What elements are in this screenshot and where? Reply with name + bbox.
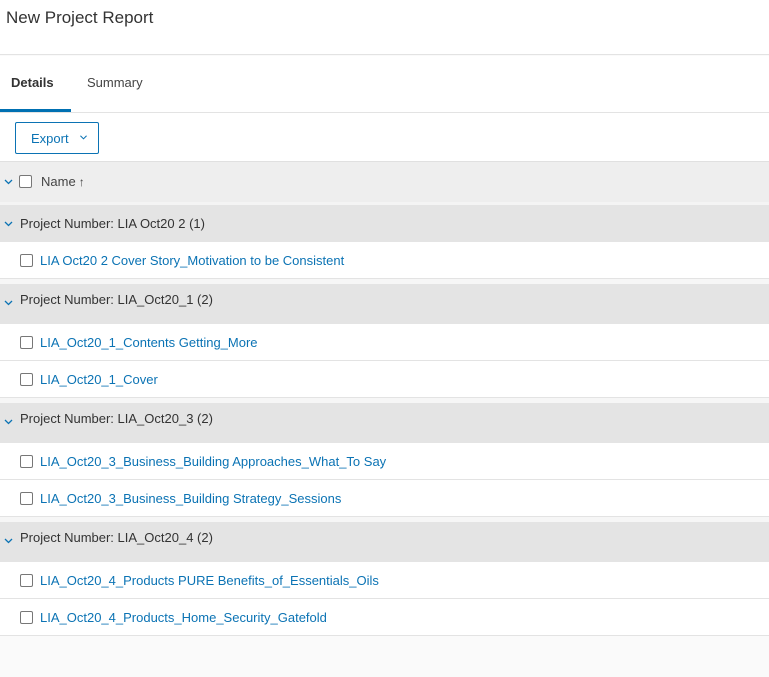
- table-row: LIA_Oct20_3_Business_Building Strategy_S…: [0, 480, 769, 517]
- chevron-down-icon[interactable]: [4, 219, 13, 228]
- item-link[interactable]: LIA Oct20 2 Cover Story_Motivation to be…: [40, 253, 344, 268]
- table-row: LIA_Oct20_1_Contents Getting_More: [0, 324, 769, 361]
- page-title: New Project Report: [6, 8, 154, 27]
- collapse-all-icon[interactable]: [4, 177, 13, 186]
- chevron-down-icon[interactable]: [4, 417, 13, 426]
- tab-details[interactable]: Details: [0, 56, 71, 112]
- group-label: Project Number: LIA Oct20 2 (1): [20, 216, 205, 231]
- item-link[interactable]: LIA_Oct20_4_Products PURE Benefits_of_Es…: [40, 573, 379, 588]
- page-header: New Project Report: [0, 0, 769, 55]
- chevron-down-icon: [80, 135, 87, 140]
- group-label: Project Number: LIA_Oct20_4 (2): [20, 530, 213, 545]
- row-checkbox[interactable]: [20, 611, 33, 624]
- report-page: New Project Report Details Summary Expor…: [0, 0, 769, 677]
- table-header-row: Name ↑: [0, 161, 769, 202]
- sort-ascending-icon: ↑: [78, 175, 85, 189]
- table-row: LIA_Oct20_4_Products_Home_Security_Gatef…: [0, 599, 769, 636]
- chevron-down-icon[interactable]: [4, 298, 13, 307]
- group-label: Project Number: LIA_Oct20_3 (2): [20, 411, 213, 426]
- group-label: Project Number: LIA_Oct20_1 (2): [20, 292, 213, 307]
- export-button[interactable]: Export: [15, 122, 99, 154]
- export-button-label: Export: [31, 130, 69, 146]
- table-row: LIA_Oct20_3_Business_Building Approaches…: [0, 443, 769, 480]
- row-checkbox[interactable]: [20, 254, 33, 267]
- item-link[interactable]: LIA_Oct20_3_Business_Building Approaches…: [40, 454, 386, 469]
- group-row: Project Number: LIA_Oct20_3 (2): [0, 403, 769, 443]
- row-checkbox[interactable]: [20, 455, 33, 468]
- select-all-checkbox[interactable]: [19, 175, 32, 188]
- table-row: LIA_Oct20_1_Cover: [0, 361, 769, 398]
- row-checkbox[interactable]: [20, 492, 33, 505]
- chevron-down-icon[interactable]: [4, 536, 13, 545]
- group-row: Project Number: LIA_Oct20_4 (2): [0, 522, 769, 562]
- group-row: Project Number: LIA Oct20 2 (1): [0, 202, 769, 242]
- row-checkbox[interactable]: [20, 574, 33, 587]
- column-header-name[interactable]: Name ↑: [41, 174, 85, 189]
- column-header-name-label: Name: [41, 174, 76, 189]
- group-row: Project Number: LIA_Oct20_1 (2): [0, 284, 769, 324]
- tab-summary[interactable]: Summary: [87, 56, 143, 112]
- table-row: LIA Oct20 2 Cover Story_Motivation to be…: [0, 242, 769, 279]
- tab-bar: Details Summary: [0, 56, 769, 113]
- row-checkbox[interactable]: [20, 373, 33, 386]
- table-row: LIA_Oct20_4_Products PURE Benefits_of_Es…: [0, 562, 769, 599]
- item-link[interactable]: LIA_Oct20_1_Cover: [40, 372, 158, 387]
- toolbar: Export: [0, 113, 769, 161]
- item-link[interactable]: LIA_Oct20_4_Products_Home_Security_Gatef…: [40, 610, 327, 625]
- item-link[interactable]: LIA_Oct20_1_Contents Getting_More: [40, 335, 258, 350]
- item-link[interactable]: LIA_Oct20_3_Business_Building Strategy_S…: [40, 491, 341, 506]
- report-table: Name ↑ Project Number: LIA Oct20 2 (1) LI…: [0, 161, 769, 636]
- row-checkbox[interactable]: [20, 336, 33, 349]
